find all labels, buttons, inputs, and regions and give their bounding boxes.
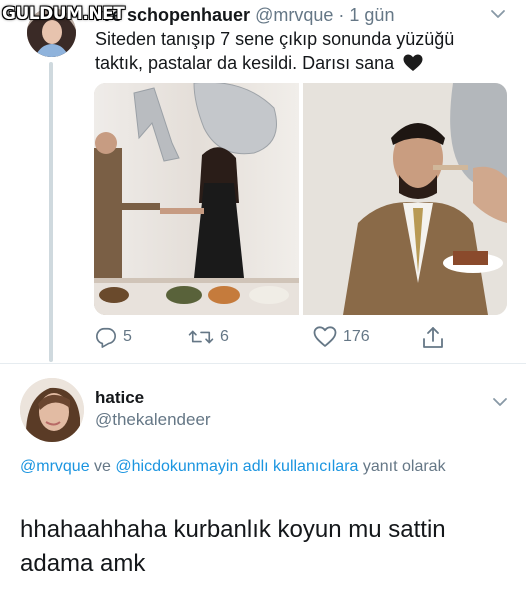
user-handle[interactable]: @mrvque (255, 5, 333, 25)
like-action[interactable]: 176 (313, 326, 370, 348)
media-grid (94, 83, 507, 315)
share-action[interactable] (422, 326, 444, 350)
chevron-down-icon[interactable] (492, 394, 508, 410)
tweet-text: Siteden tanışıp 7 sene çıkıp sonunda yüz… (95, 27, 505, 75)
like-count: 176 (343, 328, 370, 345)
reply-count: 5 (123, 328, 132, 345)
black-heart-icon (403, 54, 423, 71)
tweet-text-body: Siteden tanışıp 7 sene çıkıp sonunda yüz… (95, 29, 455, 73)
photo-left[interactable] (94, 83, 299, 315)
retweet-action[interactable]: 6 (188, 326, 229, 348)
site-watermark: GULDUM.NET (2, 4, 125, 24)
action-bar: 5 6 176 (95, 326, 515, 352)
heart-icon[interactable] (313, 326, 337, 348)
tweet-original[interactable]: rve schopenhauer @mrvque · 1 gün Siteden… (0, 0, 526, 362)
separator-dot: · (338, 5, 345, 25)
photo-left-image (94, 83, 299, 315)
reply-context: @mrvque ve @hicdokunmayin adlı kullanıcı… (20, 454, 490, 479)
photo-right[interactable] (303, 83, 507, 315)
retweet-icon[interactable] (188, 326, 214, 348)
reply-icon[interactable] (95, 326, 117, 348)
photo-right-image (303, 83, 507, 315)
tweet-text: hhahaahhaha kurbanlık koyun mu sattin ad… (20, 516, 446, 577)
avatar[interactable] (20, 378, 84, 442)
reply-suffix: yanıt olarak (358, 458, 446, 475)
reply-action[interactable]: 5 (95, 326, 132, 348)
mention-link[interactable]: @hicdokunmayin adlı kullanıcılara (115, 458, 358, 475)
chevron-down-icon[interactable] (490, 6, 506, 22)
divider (0, 363, 526, 364)
thread-line (49, 62, 53, 362)
tweet-header: rve schopenhauer @mrvque · 1 gün (95, 4, 394, 26)
reply-conjunction: ve (89, 458, 116, 475)
tweet-time[interactable]: 1 gün (349, 5, 394, 25)
user-handle[interactable]: @thekalendeer (95, 410, 211, 430)
display-name[interactable]: hatice (95, 388, 144, 408)
mention-link[interactable]: @mrvque (20, 458, 90, 475)
retweet-count: 6 (220, 328, 229, 345)
share-icon[interactable] (422, 326, 444, 350)
